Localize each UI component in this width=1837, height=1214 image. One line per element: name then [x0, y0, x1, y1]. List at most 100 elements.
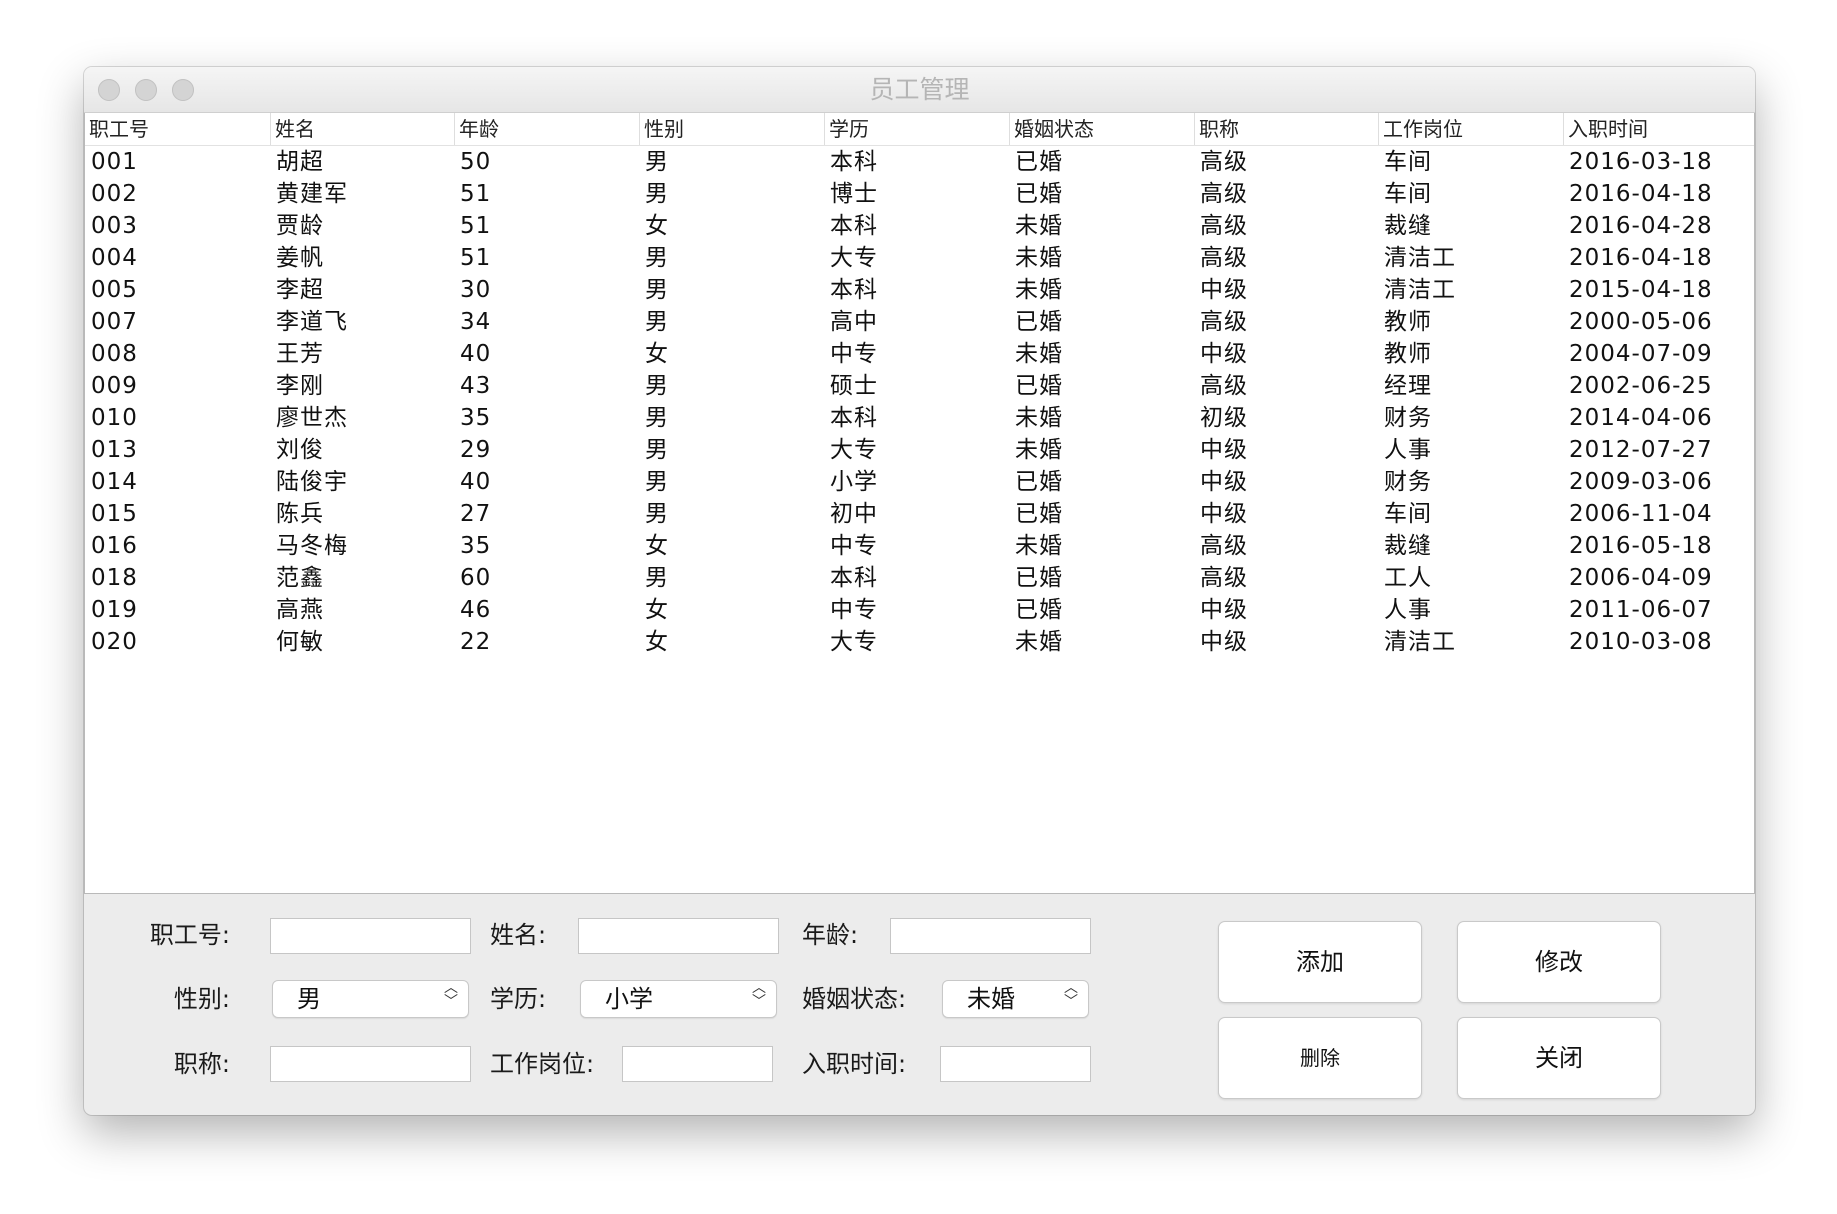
column-header-name[interactable]: 姓名	[270, 113, 455, 145]
cell-hire-date: 2011-06-07	[1569, 597, 1713, 623]
cell-age: 34	[460, 309, 492, 335]
table-header: 职工号 姓名 年龄 性别 学历 婚姻状态 职称 工作岗位 入职时间	[85, 113, 1754, 146]
table-row[interactable]: 016 马冬梅 35 女 中专 未婚 高级 裁缝 2016-05-18	[85, 530, 1754, 562]
cell-education: 本科	[830, 213, 878, 239]
cell-marital-status: 已婚	[1015, 373, 1063, 399]
education-select-value: 小学	[605, 985, 653, 1013]
cell-title: 高级	[1200, 373, 1248, 399]
name-field[interactable]	[578, 918, 779, 954]
position-field[interactable]	[622, 1046, 773, 1082]
cell-title: 高级	[1200, 213, 1248, 239]
table-row[interactable]: 014 陆俊宇 40 男 小学 已婚 中级 财务 2009-03-06	[85, 466, 1754, 498]
cell-age: 22	[460, 629, 492, 655]
label-gender: 性别:	[173, 985, 230, 1013]
add-button[interactable]: 添加	[1218, 921, 1422, 1003]
cell-employee-id: 016	[91, 533, 138, 559]
cell-employee-id: 008	[91, 341, 138, 367]
stepper-arrows-icon: ︿ ﹀	[1064, 980, 1078, 1010]
cell-marital-status: 未婚	[1015, 533, 1063, 559]
table-row[interactable]: 002 黄建军 51 男 博士 已婚 高级 车间 2016-04-18	[85, 178, 1754, 210]
cell-position: 工人	[1384, 565, 1432, 591]
close-button[interactable]: 关闭	[1457, 1017, 1661, 1099]
cell-position: 清洁工	[1384, 629, 1456, 655]
cell-age: 60	[460, 565, 492, 591]
cell-position: 人事	[1384, 437, 1432, 463]
cell-age: 46	[460, 597, 492, 623]
cell-age: 50	[460, 149, 492, 175]
delete-button[interactable]: 删除	[1218, 1017, 1422, 1099]
cell-marital-status: 未婚	[1015, 437, 1063, 463]
column-header-marital-status[interactable]: 婚姻状态	[1009, 113, 1194, 145]
cell-employee-id: 019	[91, 597, 138, 623]
column-header-employee-id[interactable]: 职工号	[85, 113, 270, 145]
cell-age: 35	[460, 405, 492, 431]
column-header-age[interactable]: 年龄	[454, 113, 639, 145]
cell-employee-id: 009	[91, 373, 138, 399]
cell-title: 中级	[1200, 597, 1248, 623]
cell-marital-status: 已婚	[1015, 501, 1063, 527]
age-field[interactable]	[890, 918, 1091, 954]
cell-position: 清洁工	[1384, 277, 1456, 303]
table-row[interactable]: 013 刘俊 29 男 大专 未婚 中级 人事 2012-07-27	[85, 434, 1754, 466]
cell-name: 范鑫	[276, 565, 324, 591]
employee-table[interactable]: 职工号 姓名 年龄 性别 学历 婚姻状态 职称 工作岗位 入职时间 001 胡超 50 男本科 已婚 高级…	[84, 113, 1755, 894]
cell-position: 车间	[1384, 149, 1432, 175]
cell-name: 刘俊	[276, 437, 324, 463]
column-header-gender[interactable]: 性别	[639, 113, 824, 145]
cell-hire-date: 2015-04-18	[1569, 277, 1713, 303]
cell-hire-date: 2016-04-18	[1569, 181, 1713, 207]
table-row[interactable]: 019 高燕 46 女 中专 已婚 中级 人事 2011-06-07	[85, 594, 1754, 626]
cell-gender: 男	[645, 565, 669, 591]
education-select[interactable]: 小学 ︿ ﹀	[580, 980, 777, 1018]
cell-gender: 女	[645, 597, 669, 623]
cell-age: 51	[460, 181, 492, 207]
cell-gender: 男	[645, 469, 669, 495]
column-header-position[interactable]: 工作岗位	[1378, 113, 1563, 145]
cell-name: 胡超	[276, 149, 324, 175]
cell-hire-date: 2009-03-06	[1569, 469, 1713, 495]
cell-marital-status: 未婚	[1015, 245, 1063, 271]
employee-id-field[interactable]	[270, 918, 471, 954]
cell-marital-status: 已婚	[1015, 469, 1063, 495]
title-field[interactable]	[270, 1046, 471, 1082]
gender-select[interactable]: 男 ︿ ﹀	[272, 980, 469, 1018]
cell-title: 高级	[1200, 533, 1248, 559]
cell-position: 裁缝	[1384, 533, 1432, 559]
cell-position: 裁缝	[1384, 213, 1432, 239]
cell-age: 40	[460, 341, 492, 367]
table-row[interactable]: 007 李道飞 34 男 高中 已婚 高级 教师 2000-05-06	[85, 306, 1754, 338]
column-header-hire-date[interactable]: 入职时间	[1563, 113, 1748, 145]
table-row[interactable]: 004 姜帆 51 男 大专 未婚 高级 清洁工 2016-04-18	[85, 242, 1754, 274]
cell-education: 小学	[830, 469, 878, 495]
cell-title: 高级	[1200, 309, 1248, 335]
table-row[interactable]: 008 王芳 40 女 中专 未婚 中级 教师 2004-07-09	[85, 338, 1754, 370]
table-row[interactable]: 003 贾龄 51 女 本科 未婚 高级 裁缝 2016-04-28	[85, 210, 1754, 242]
cell-position: 财务	[1384, 405, 1432, 431]
table-row[interactable]: 005 李超 30 男 本科 未婚 中级 清洁工 2015-04-18	[85, 274, 1754, 306]
cell-employee-id: 020	[91, 629, 138, 655]
cell-education: 初中	[830, 501, 878, 527]
cell-gender: 男	[645, 149, 669, 175]
cell-gender: 男	[645, 309, 669, 335]
table-row[interactable]: 009 李刚 43 男 硕士 已婚 高级 经理 2002-06-25	[85, 370, 1754, 402]
table-row[interactable]: 020 何敏 22 女 大专 未婚 中级 清洁工 2010-03-08	[85, 626, 1754, 658]
cell-education: 硕士	[830, 373, 878, 399]
marital-status-select[interactable]: 未婚 ︿ ﹀	[942, 980, 1089, 1018]
table-row[interactable]: 015 陈兵 27 男 初中 已婚 中级 车间 2006-11-04	[85, 498, 1754, 530]
cell-gender: 男	[645, 181, 669, 207]
edit-button[interactable]: 修改	[1457, 921, 1661, 1003]
table-row[interactable]: 010 廖世杰 35 男 本科 未婚 初级 财务 2014-04-06	[85, 402, 1754, 434]
cell-hire-date: 2014-04-06	[1569, 405, 1713, 431]
label-education: 学历:	[490, 985, 547, 1013]
column-header-education[interactable]: 学历	[824, 113, 1009, 145]
cell-employee-id: 013	[91, 437, 138, 463]
table-row[interactable]: 018 范鑫 60 男 本科 已婚 高级 工人 2006-04-09	[85, 562, 1754, 594]
cell-position: 车间	[1384, 181, 1432, 207]
cell-education: 本科	[830, 149, 878, 175]
table-row[interactable]: 001 胡超 50 男 本科 已婚 高级 车间 2016-03-18	[85, 146, 1754, 178]
cell-employee-id: 010	[91, 405, 138, 431]
cell-hire-date: 2006-04-09	[1569, 565, 1713, 591]
cell-gender: 男	[645, 245, 669, 271]
hire-date-field[interactable]	[940, 1046, 1091, 1082]
column-header-title[interactable]: 职称	[1194, 113, 1379, 145]
